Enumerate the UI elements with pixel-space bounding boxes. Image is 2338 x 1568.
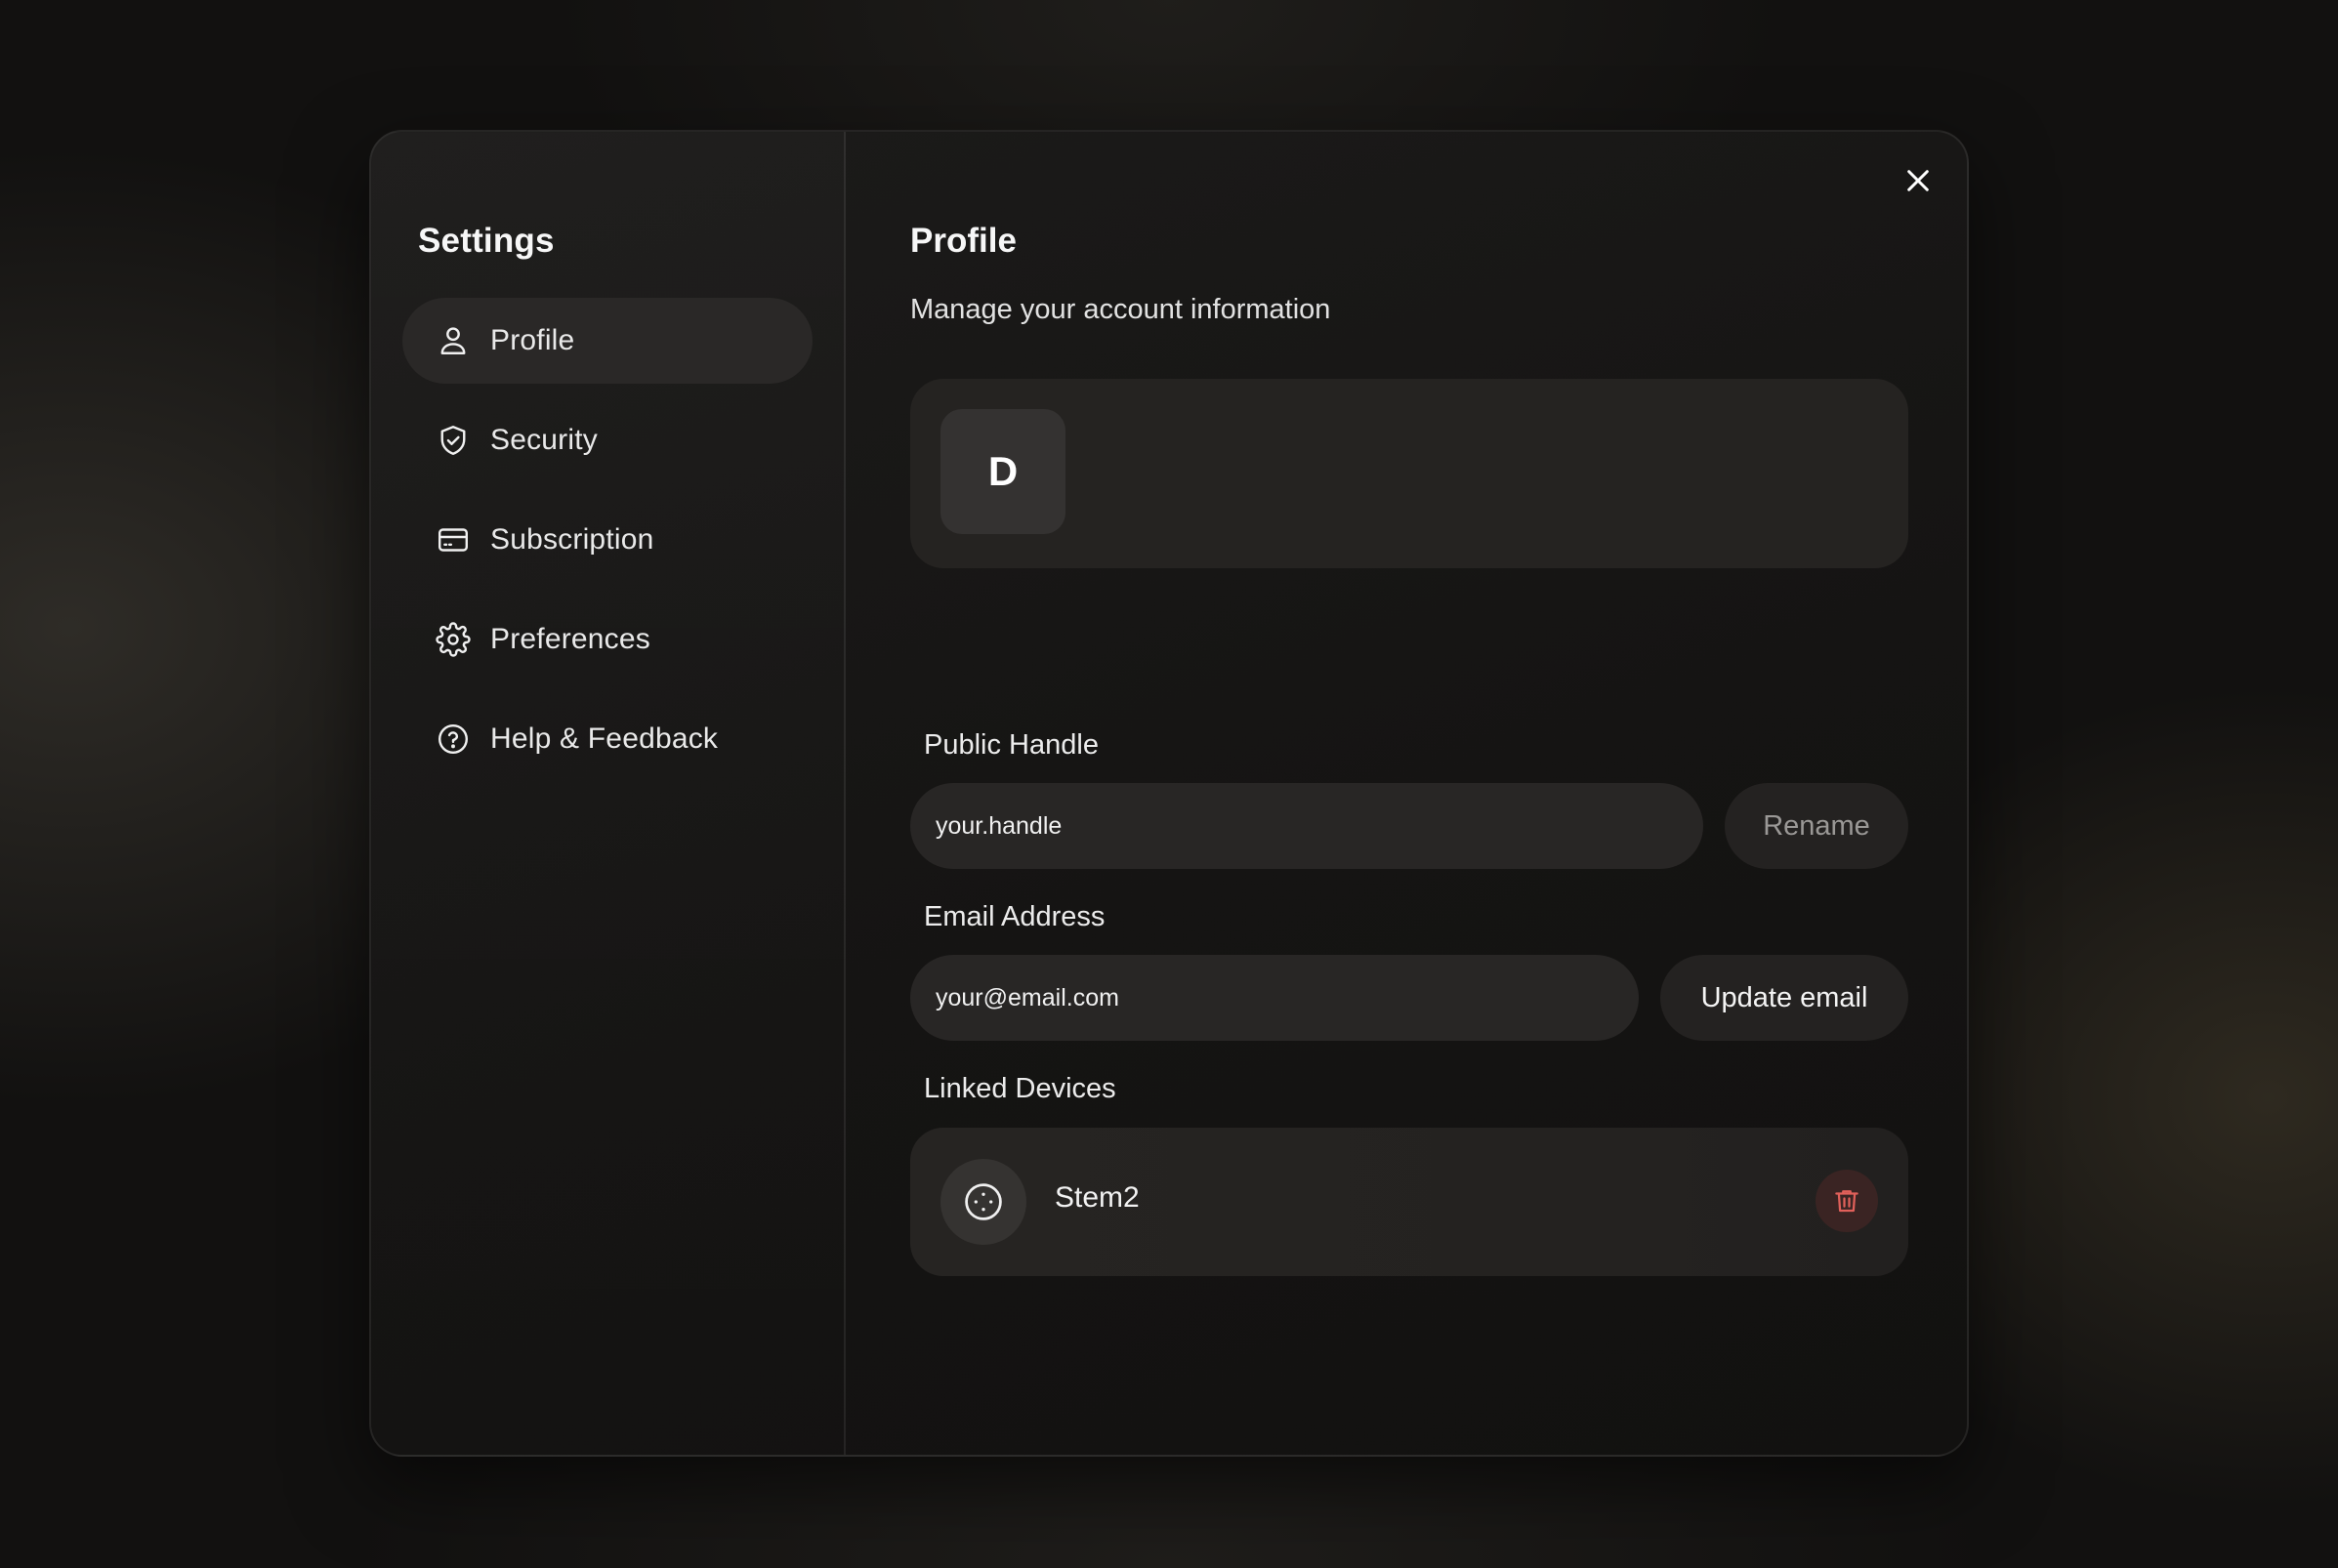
- sidebar-item-subscription[interactable]: Subscription: [402, 497, 813, 583]
- settings-nav: Profile Security Subscription Preference…: [402, 298, 813, 796]
- credit-card-icon: [436, 522, 471, 557]
- avatar[interactable]: D: [940, 409, 1065, 534]
- trash-icon: [1835, 1190, 1858, 1213]
- sidebar-item-label: Subscription: [490, 523, 654, 556]
- sidebar-item-label: Profile: [490, 324, 575, 356]
- sidebar-item-security[interactable]: Security: [402, 397, 813, 483]
- sidebar-item-label: Security: [490, 424, 598, 456]
- gear-icon: [436, 622, 471, 657]
- device-icon: [940, 1159, 1026, 1245]
- sidebar-item-label: Help & Feedback: [490, 722, 719, 755]
- sidebar-item-preferences[interactable]: Preferences: [402, 597, 813, 682]
- email-label: Email Address: [924, 901, 1106, 932]
- shield-check-icon: [436, 423, 471, 458]
- sidebar-title: Settings: [418, 222, 555, 260]
- sidebar-item-label: Preferences: [490, 623, 650, 655]
- update-email-button[interactable]: Update email: [1660, 955, 1908, 1041]
- profile-panel: Profile Manage your account information …: [848, 132, 1967, 1455]
- close-icon: [1907, 170, 1929, 191]
- help-circle-icon: [436, 722, 471, 757]
- page-title: Profile: [910, 222, 1017, 260]
- avatar-card: D: [910, 379, 1908, 568]
- settings-modal: Settings Profile Security Subscription P…: [369, 130, 1969, 1457]
- user-icon: [436, 323, 471, 358]
- close-button[interactable]: [1889, 151, 1947, 210]
- device-name: Stem2: [1055, 1181, 1140, 1214]
- handle-input[interactable]: [910, 783, 1703, 869]
- delete-device-button[interactable]: [1816, 1170, 1878, 1232]
- rename-button[interactable]: Rename: [1725, 783, 1908, 869]
- settings-sidebar: Settings Profile Security Subscription P…: [371, 132, 846, 1455]
- email-input[interactable]: [910, 955, 1639, 1041]
- device-item: Stem2: [910, 1128, 1908, 1276]
- linked-devices-label: Linked Devices: [924, 1073, 1116, 1104]
- sidebar-item-profile[interactable]: Profile: [402, 298, 813, 384]
- page-subtitle: Manage your account information: [910, 294, 1331, 325]
- handle-label: Public Handle: [924, 729, 1099, 761]
- sidebar-item-help-feedback[interactable]: Help & Feedback: [402, 696, 813, 782]
